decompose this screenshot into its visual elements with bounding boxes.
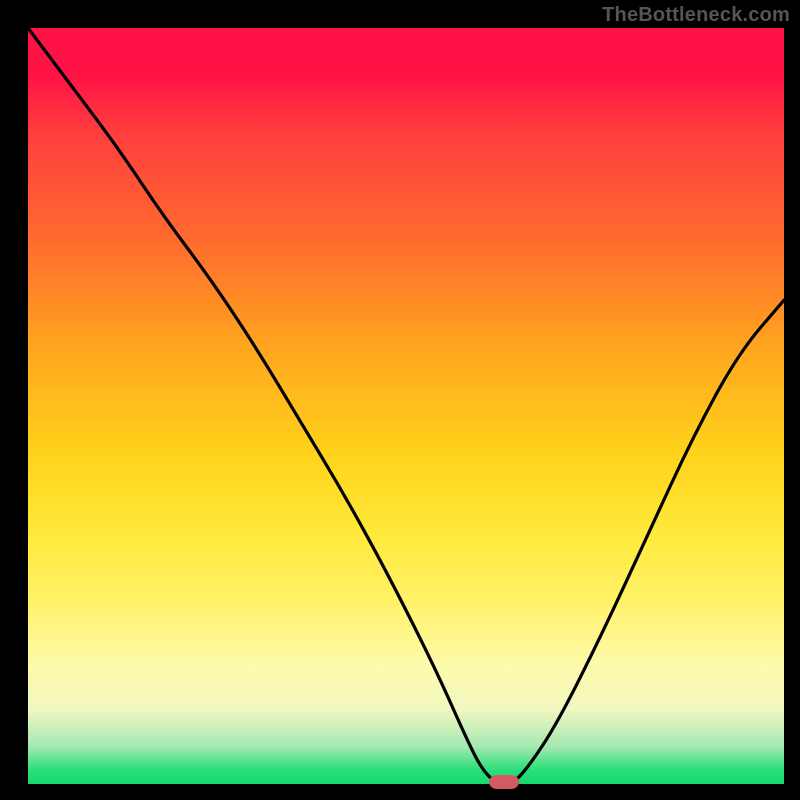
optimal-marker bbox=[489, 775, 519, 789]
chart-frame: TheBottleneck.com bbox=[0, 0, 800, 800]
plot-area bbox=[28, 28, 784, 784]
watermark-text: TheBottleneck.com bbox=[602, 4, 790, 27]
bottleneck-curve bbox=[28, 28, 784, 784]
